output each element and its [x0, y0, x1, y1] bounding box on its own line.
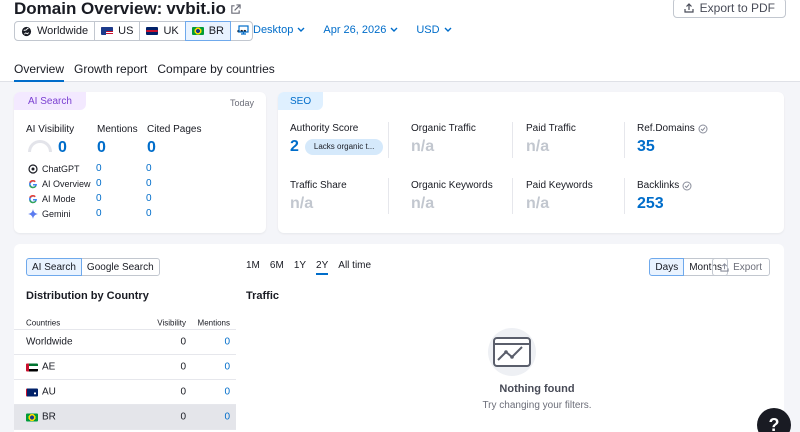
- export-icon: [720, 262, 729, 272]
- chevron-down-icon: [444, 27, 452, 32]
- ae-flag-icon: [26, 363, 38, 371]
- tab-growth-report[interactable]: Growth report: [74, 62, 147, 82]
- distribution-panel: AI Search Google Search 1M 6M 1Y 2Y All …: [14, 244, 784, 432]
- mentions-value[interactable]: 0: [97, 139, 106, 157]
- paid-traffic-metric: Paid Traffic n/a: [526, 123, 576, 155]
- cited-pages-label: Cited Pages: [147, 124, 202, 135]
- gemini-icon: [28, 209, 38, 219]
- backlinks-metric: Backlinks 253: [637, 180, 747, 213]
- ai-overview-cited[interactable]: 0: [146, 178, 152, 189]
- empty-state-title: Nothing found: [499, 383, 575, 395]
- seo-card: SEO Authority Score 2 Lacks organic t...…: [278, 92, 784, 233]
- authority-score-metric: Authority Score 2 Lacks organic t...: [290, 123, 386, 156]
- desktop-icon: [238, 25, 249, 35]
- table-row[interactable]: Worldwide 0 0: [14, 330, 236, 355]
- model-row-ai-mode: AI Mode: [28, 193, 76, 205]
- table-row[interactable]: BR 0 0: [14, 405, 236, 430]
- search-type-toggle: AI Search Google Search: [26, 258, 160, 276]
- organic-traffic-metric: Organic Traffic n/a: [411, 123, 476, 155]
- export-icon: [684, 3, 694, 13]
- table-row[interactable]: AU 0 0: [14, 380, 236, 405]
- seo-badge: SEO: [278, 92, 324, 110]
- tab-overview[interactable]: Overview: [14, 62, 65, 82]
- ai-search-card: AI Search Today AI Visibility Mentions C…: [14, 92, 266, 233]
- mentions-label: Mentions: [97, 124, 138, 135]
- empty-chart-icon: [488, 328, 536, 376]
- backlinks-value[interactable]: 253: [637, 195, 747, 213]
- page-title: Domain Overview: vvbit.io: [14, 0, 241, 19]
- table-header: Countries Visibility Mentions: [14, 316, 236, 330]
- ai-check-icon: [698, 124, 708, 133]
- google-search-toggle[interactable]: Google Search: [80, 258, 160, 276]
- report-tabs: Overview Growth report Compare by countr…: [14, 62, 275, 82]
- model-row-chatgpt: ChatGPT: [28, 163, 80, 175]
- google-icon: [29, 194, 38, 204]
- table-row[interactable]: AE 0 0: [14, 355, 236, 380]
- authority-score-value[interactable]: 2: [290, 138, 299, 156]
- organic-keywords-metric: Organic Keywords n/a: [411, 180, 493, 212]
- ai-search-toggle[interactable]: AI Search: [26, 258, 82, 276]
- db-uk[interactable]: UK: [139, 21, 186, 41]
- ref-domains-value[interactable]: 35: [637, 138, 747, 156]
- ref-domains-metric: Ref.Domains 35: [637, 123, 747, 156]
- chatgpt-cited[interactable]: 0: [146, 163, 152, 174]
- database-selector: Worldwide US UK BR •••: [14, 21, 254, 41]
- traffic-title: Traffic: [246, 290, 280, 302]
- range-6m[interactable]: 6M: [270, 260, 284, 275]
- filters: Desktop Apr 26, 2026 USD: [238, 24, 452, 36]
- ai-mode-cited[interactable]: 0: [146, 193, 152, 204]
- export-button[interactable]: Export: [712, 258, 770, 276]
- range-2y[interactable]: 2Y: [316, 260, 329, 275]
- ai-visibility-value[interactable]: 0: [58, 139, 67, 157]
- page-header: Domain Overview: vvbit.io Export to PDF …: [0, 0, 800, 82]
- device-dropdown[interactable]: Desktop: [238, 24, 305, 36]
- country-table: Countries Visibility Mentions Worldwide …: [14, 316, 236, 430]
- ai-visibility-label: AI Visibility: [26, 124, 75, 135]
- cited-pages-value[interactable]: 0: [147, 139, 156, 157]
- model-row-ai-overview: AI Overview: [28, 178, 91, 190]
- external-link-icon[interactable]: [230, 3, 241, 15]
- divider: [388, 122, 389, 158]
- range-1m[interactable]: 1M: [246, 260, 260, 275]
- paid-keywords-metric: Paid Keywords n/a: [526, 180, 593, 212]
- days-toggle[interactable]: Days: [649, 258, 685, 276]
- us-flag-icon: [101, 27, 114, 35]
- db-br[interactable]: BR: [184, 21, 231, 41]
- today-label: Today: [229, 98, 254, 108]
- visibility-gauge: [28, 140, 52, 152]
- distribution-title: Distribution by Country: [26, 290, 149, 302]
- chatgpt-icon: [28, 164, 38, 174]
- question-icon: ?: [768, 414, 780, 432]
- chatgpt-mentions[interactable]: 0: [96, 163, 102, 174]
- ai-overview-mentions[interactable]: 0: [96, 178, 102, 189]
- br-flag-icon: [26, 413, 38, 421]
- gemini-cited[interactable]: 0: [146, 208, 152, 219]
- ai-check-icon: [682, 181, 692, 190]
- traffic-share-metric: Traffic Share n/a: [290, 180, 347, 212]
- range-all-time[interactable]: All time: [338, 260, 371, 275]
- export-pdf-button[interactable]: Export to PDF: [672, 0, 786, 18]
- help-button[interactable]: ?: [757, 408, 791, 432]
- ai-search-badge: AI Search: [14, 92, 86, 110]
- domain-link[interactable]: vvbit.io: [166, 0, 226, 19]
- range-1y[interactable]: 1Y: [294, 260, 306, 275]
- au-flag-icon: [26, 388, 38, 396]
- db-us[interactable]: US: [94, 21, 141, 41]
- date-dropdown[interactable]: Apr 26, 2026: [323, 24, 398, 36]
- empty-state-subtitle: Try changing your filters.: [482, 400, 592, 411]
- globe-icon: [21, 26, 32, 36]
- chevron-down-icon: [390, 27, 398, 32]
- ai-mode-mentions[interactable]: 0: [96, 193, 102, 204]
- gemini-mentions[interactable]: 0: [96, 208, 102, 219]
- uk-flag-icon: [146, 27, 159, 35]
- google-icon: [29, 179, 38, 189]
- model-row-gemini: Gemini: [28, 208, 71, 220]
- chevron-down-icon: [297, 27, 305, 32]
- currency-dropdown[interactable]: USD: [416, 24, 452, 36]
- tab-compare-by-countries[interactable]: Compare by countries: [157, 62, 274, 82]
- br-flag-icon: [191, 27, 204, 35]
- lacks-organic-badge[interactable]: Lacks organic t...: [304, 139, 384, 155]
- range-selector: 1M 6M 1Y 2Y All time: [246, 260, 371, 275]
- db-worldwide[interactable]: Worldwide: [14, 21, 96, 41]
